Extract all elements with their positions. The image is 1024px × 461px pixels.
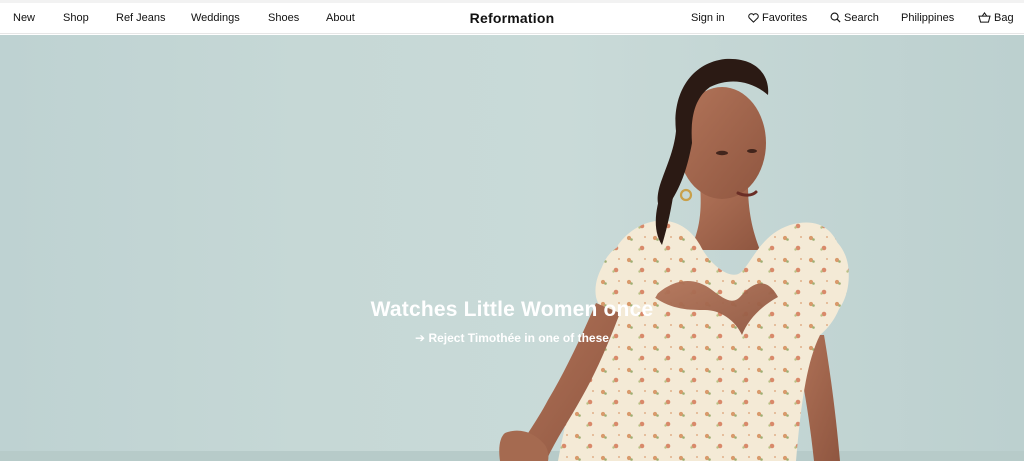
hero-banner[interactable]: Watches Little Women once ➔ Reject Timot…	[0, 35, 1024, 461]
hero-text-block: Watches Little Women once ➔ Reject Timot…	[0, 297, 1024, 347]
favorites-link[interactable]: Favorites	[748, 11, 807, 25]
region-selector[interactable]: Philippines	[901, 11, 954, 25]
hero-model-image	[0, 58, 1024, 461]
search-icon	[830, 12, 841, 23]
bag-link[interactable]: Bag	[978, 11, 1014, 25]
hero-headline: Watches Little Women once	[370, 298, 654, 321]
heart-icon	[748, 13, 759, 23]
hero-cta-label: Reject Timothée in one of these	[428, 331, 609, 345]
search-label: Search	[844, 12, 879, 24]
search-link[interactable]: Search	[830, 11, 879, 25]
favorites-label: Favorites	[762, 12, 808, 24]
bag-icon	[978, 12, 991, 23]
arrow-right-icon: ➔	[415, 331, 426, 345]
bag-label: Bag	[994, 12, 1014, 24]
brand-logo[interactable]: Reformation	[470, 10, 555, 26]
top-navigation: New Shop Ref Jeans Weddings Shoes About …	[0, 3, 1024, 34]
hero-cta-link[interactable]: ➔ Reject Timothée in one of these	[415, 330, 609, 346]
sign-in-link[interactable]: Sign in	[691, 11, 725, 25]
